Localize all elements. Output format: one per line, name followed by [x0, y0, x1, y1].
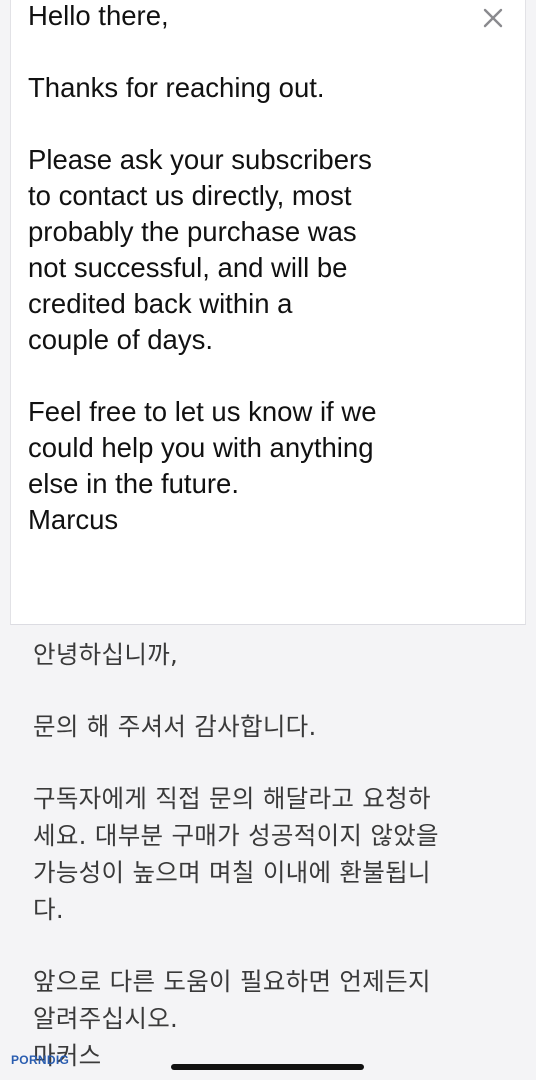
email-body-line: credited back within a	[28, 288, 293, 319]
close-icon	[481, 6, 505, 30]
email-signature: Marcus	[28, 504, 119, 535]
email-body-line: couple of days.	[28, 324, 213, 355]
email-body-line: Please ask your subscribers	[28, 144, 372, 175]
close-button[interactable]	[481, 6, 505, 30]
translation-body-line: 다.	[33, 895, 64, 924]
email-closing-line: else in the future.	[28, 468, 239, 499]
watermark-logo: PORNDIG	[11, 1053, 69, 1067]
email-closing-line: could help you with anything	[28, 432, 374, 463]
translation-thanks: 문의 해 주셔서 감사합니다.	[33, 712, 317, 741]
translation-body-line: 구독자에게 직접 문의 해달라고 요청하	[33, 784, 431, 813]
home-indicator[interactable]	[171, 1064, 364, 1070]
email-body-line: not successful, and will be	[28, 252, 348, 283]
watermark-part: DIG	[46, 1053, 70, 1067]
translation-body-line: 세요. 대부분 구매가 성공적이지 않았을	[33, 821, 439, 850]
email-body-line: probably the purchase was	[28, 216, 357, 247]
watermark-part: PORN	[11, 1053, 47, 1067]
email-closing-line: Feel free to let us know if we	[28, 396, 377, 427]
email-greeting: Hello there,	[28, 0, 169, 31]
translation-greeting: 안녕하십니까,	[33, 640, 179, 669]
translation-body-line: 가능성이 높으며 며칠 이내에 환불됩니	[33, 858, 431, 887]
email-message: Hello there, Thanks for reaching out. Pl…	[28, 0, 468, 538]
translation-closing-line: 알려주십시오.	[33, 1004, 179, 1033]
email-thanks: Thanks for reaching out.	[28, 72, 325, 103]
translation-closing-line: 앞으로 다른 도움이 필요하면 언제든지	[33, 967, 431, 996]
email-card: Hello there, Thanks for reaching out. Pl…	[10, 0, 526, 625]
translated-message: 안녕하십니까, 문의 해 주셔서 감사합니다. 구독자에게 직접 문의 해달라고…	[33, 636, 513, 1074]
email-body-line: to contact us directly, most	[28, 180, 352, 211]
